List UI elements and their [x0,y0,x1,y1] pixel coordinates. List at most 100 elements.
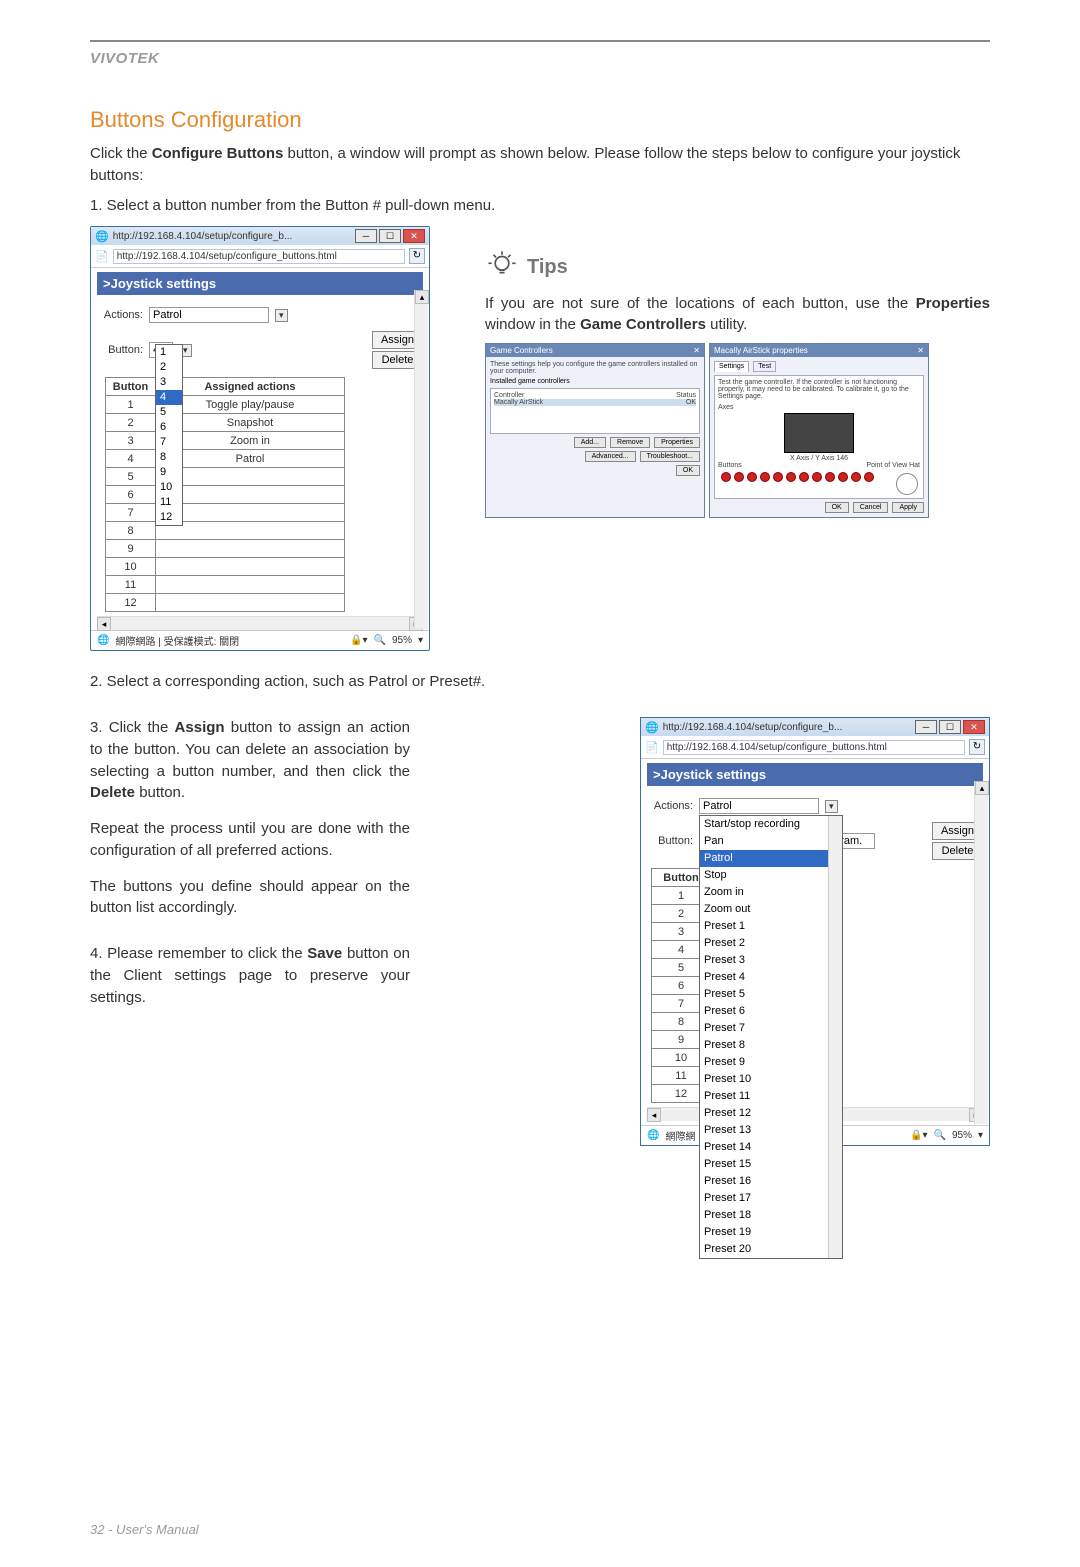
tab-settings[interactable]: Settings [714,361,749,372]
dropdown-scrollbar[interactable] [828,816,842,1258]
dropdown-option[interactable]: 6 [156,420,182,435]
dropdown-option[interactable]: Preset 14 [700,1139,842,1156]
close-button[interactable]: ✕ [403,229,425,243]
dropdown-option[interactable]: Patrol [700,850,842,867]
vertical-scrollbar[interactable]: ▴ [974,781,988,1124]
dropdown-option[interactable]: Preset 16 [700,1173,842,1190]
dropdown-option[interactable]: 11 [156,495,182,510]
table-row[interactable]: 12 [106,594,345,612]
gc-props-apply-button[interactable]: Apply [892,502,924,513]
dropdown-option[interactable]: Preset 3 [700,952,842,969]
dropdown-option[interactable]: Preset 9 [700,1054,842,1071]
dropdown-option[interactable]: Preset 15 [700,1156,842,1173]
dropdown-option[interactable]: Preset 19 [700,1224,842,1241]
table-row[interactable]: 7 [106,504,345,522]
table-row[interactable]: 11 [106,576,345,594]
scroll-left-arrow[interactable]: ◂ [647,1108,661,1122]
dropdown-option[interactable]: Zoom out [700,901,842,918]
dropdown-option[interactable]: Preset 4 [700,969,842,986]
window-titlebar[interactable]: 🌐 http://192.168.4.104/setup/configure_b… [91,227,429,245]
dropdown-option[interactable]: Preset 6 [700,1003,842,1020]
button-number-dropdown[interactable]: 123456789101112 [155,344,183,526]
refresh-button[interactable]: ↻ [409,248,425,264]
minimize-button[interactable]: ─ [355,229,377,243]
actions-dropdown-arrow[interactable]: ▾ [825,800,838,813]
dropdown-option[interactable]: Preset 17 [700,1190,842,1207]
maximize-button[interactable]: ☐ [379,229,401,243]
table-row[interactable]: 6 [106,486,345,504]
zoom-icon[interactable]: 🔍 [374,635,386,646]
scroll-up-arrow[interactable]: ▴ [415,290,429,304]
table-row[interactable]: 3Zoom in [106,432,345,450]
gc-properties-button[interactable]: Properties [654,437,700,448]
gc-props-ok-button[interactable]: OK [825,502,849,513]
dropdown-option[interactable]: 5 [156,405,182,420]
dropdown-option[interactable]: Preset 2 [700,935,842,952]
dropdown-option[interactable]: 8 [156,450,182,465]
minimize-button[interactable]: ─ [915,720,937,734]
zoom-dropdown-arrow[interactable]: ▾ [418,635,423,646]
scroll-up-arrow[interactable]: ▴ [975,781,989,795]
vertical-scrollbar[interactable]: ▴ [414,290,428,629]
table-row[interactable]: 4Patrol [106,450,345,468]
gc-props-cancel-button[interactable]: Cancel [853,502,889,513]
maximize-button[interactable]: ☐ [939,720,961,734]
actions-dropdown-arrow[interactable]: ▾ [275,309,288,322]
table-row[interactable]: 9 [106,540,345,558]
dropdown-option[interactable]: 2 [156,360,182,375]
zoom-dropdown-arrow[interactable]: ▾ [978,1130,983,1141]
zoom-icon[interactable]: 🔍 [934,1130,946,1141]
scroll-left-arrow[interactable]: ◂ [97,617,111,631]
gc-troubleshoot-button[interactable]: Troubleshoot... [640,451,700,462]
dropdown-option[interactable]: Preset 11 [700,1088,842,1105]
dropdown-option[interactable]: 9 [156,465,182,480]
gc-controller-list[interactable]: ControllerStatus Macally AirStickOK [490,388,700,434]
dropdown-option[interactable]: Stop [700,867,842,884]
dropdown-option[interactable]: Preset 5 [700,986,842,1003]
dropdown-option[interactable]: Pan [700,833,842,850]
dropdown-option[interactable]: 1 [156,345,182,360]
dropdown-option[interactable]: Preset 1 [700,918,842,935]
security-icon[interactable]: 🔒▾ [910,1130,927,1141]
address-bar[interactable]: http://192.168.4.104/setup/configure_but… [113,249,405,264]
table-row[interactable]: 10 [106,558,345,576]
actions-select[interactable] [149,307,269,323]
table-row[interactable]: 8 [106,522,345,540]
zoom-level[interactable]: 95% [952,1130,972,1141]
refresh-button[interactable]: ↻ [969,739,985,755]
dropdown-option[interactable]: Preset 20 [700,1241,842,1258]
table-row[interactable]: 5 [106,468,345,486]
close-button[interactable]: ✕ [963,720,985,734]
actions-select[interactable] [699,798,819,814]
dropdown-option[interactable]: Preset 13 [700,1122,842,1139]
dropdown-option[interactable]: Preset 8 [700,1037,842,1054]
gc-remove-button[interactable]: Remove [610,437,650,448]
dropdown-option[interactable]: 10 [156,480,182,495]
gc-row-controller[interactable]: Macally AirStick [494,399,686,406]
table-row[interactable]: 2Snapshot [106,414,345,432]
dropdown-option[interactable]: Preset 12 [700,1105,842,1122]
tab-test[interactable]: Test [753,361,776,372]
gc-advanced-button[interactable]: Advanced... [585,451,636,462]
dropdown-option[interactable]: Preset 7 [700,1020,842,1037]
dropdown-option[interactable]: 12 [156,510,182,525]
security-icon[interactable]: 🔒▾ [350,635,367,646]
address-bar[interactable]: http://192.168.4.104/setup/configure_but… [663,740,965,755]
cell-assigned-action [156,576,345,594]
gc-add-button[interactable]: Add... [574,437,606,448]
gc-props-close-icon[interactable]: ✕ [917,346,924,355]
gc-ok-button[interactable]: OK [676,465,700,476]
dropdown-option[interactable]: 3 [156,375,182,390]
horizontal-scrollbar[interactable]: ◂ ▸ [97,616,423,630]
dropdown-option[interactable]: Start/stop recording [700,816,842,833]
dropdown-option[interactable]: Preset 10 [700,1071,842,1088]
gc-close-icon[interactable]: ✕ [693,346,700,355]
zoom-level[interactable]: 95% [392,635,412,646]
table-row[interactable]: 1Toggle play/pause [106,396,345,414]
dropdown-option[interactable]: 7 [156,435,182,450]
dropdown-option[interactable]: 4 [156,390,182,405]
window2-titlebar[interactable]: 🌐 http://192.168.4.104/setup/configure_b… [641,718,989,736]
actions-dropdown-list[interactable]: Start/stop recordingPanPatrolStopZoom in… [699,815,843,1259]
dropdown-option[interactable]: Zoom in [700,884,842,901]
dropdown-option[interactable]: Preset 18 [700,1207,842,1224]
